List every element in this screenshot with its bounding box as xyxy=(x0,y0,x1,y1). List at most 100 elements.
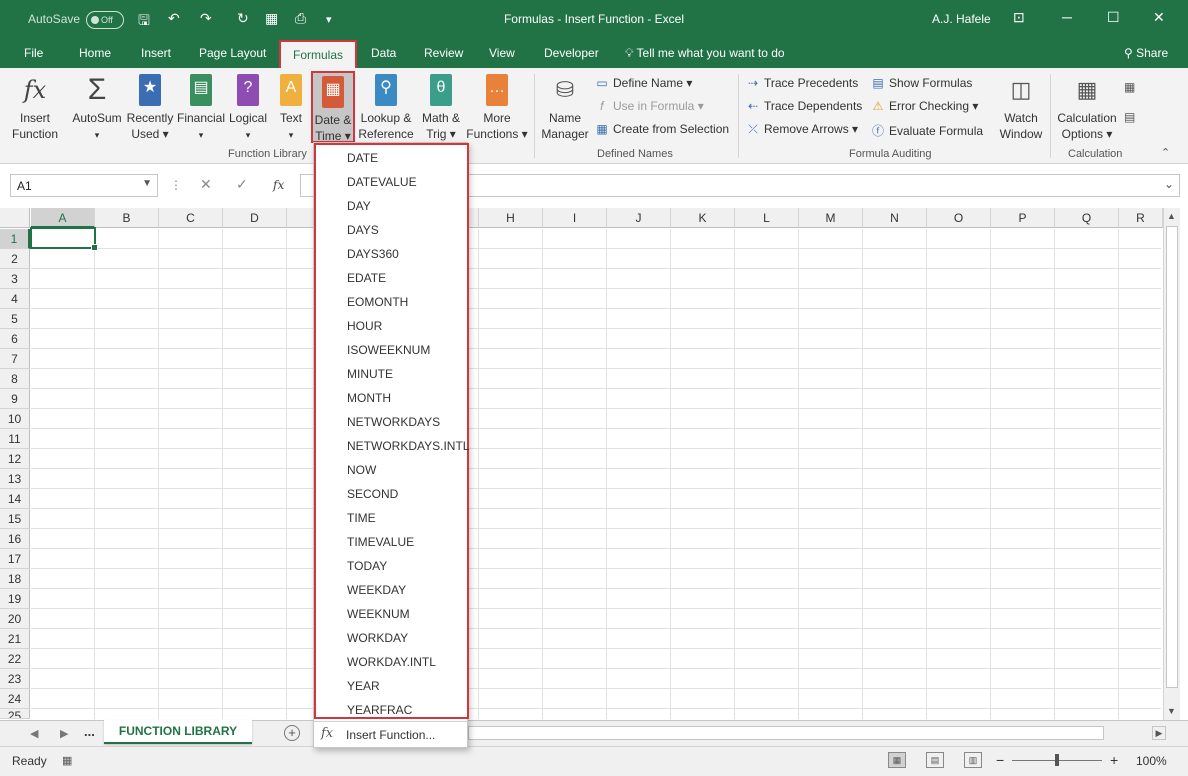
enter-icon[interactable]: ✓ xyxy=(236,176,248,193)
column-header-q[interactable]: Q xyxy=(1055,208,1119,228)
column-header-b[interactable]: B xyxy=(95,208,159,228)
more-functions-button[interactable]: … More Functions ▾ xyxy=(465,74,529,142)
next-sheet-icon[interactable]: ▶ xyxy=(60,727,68,740)
tab-insert[interactable]: Insert xyxy=(141,46,171,60)
vertical-scrollbar[interactable]: ▲ ▼ xyxy=(1163,208,1180,720)
tab-data[interactable]: Data xyxy=(371,46,396,60)
select-all-corner[interactable] xyxy=(0,208,30,228)
name-manager-button[interactable]: ⛁ Name Manager xyxy=(540,74,590,142)
row-header-10[interactable]: 10 xyxy=(0,409,30,429)
macro-record-icon[interactable]: ▦ xyxy=(62,754,72,767)
column-header-l[interactable]: L xyxy=(735,208,799,228)
row-header-24[interactable]: 24 xyxy=(0,689,30,709)
insert-function-fx-icon[interactable]: fx xyxy=(273,178,284,192)
menu-item-workday-intl[interactable]: WORKDAY.INTL xyxy=(347,650,436,674)
menu-item-workday[interactable]: WORKDAY xyxy=(347,626,408,650)
selected-cell-a1[interactable] xyxy=(30,227,98,251)
row-header-13[interactable]: 13 xyxy=(0,469,30,489)
sheet-tab-function-library[interactable]: FUNCTION LIBRARY xyxy=(104,720,252,744)
expand-formula-bar-icon[interactable]: ⌄ xyxy=(1164,177,1174,191)
menu-item-yearfrac[interactable]: YEARFRAC xyxy=(347,698,412,722)
cancel-icon[interactable]: ✕ xyxy=(200,176,212,193)
more-sheets[interactable]: ... xyxy=(84,724,95,739)
error-checking-button[interactable]: ⚠ Error Checking ▾ xyxy=(870,99,979,113)
remove-arrows-button[interactable]: ⤫ Remove Arrows ▾ xyxy=(745,122,858,137)
collapse-ribbon-icon[interactable]: ⌃ xyxy=(1161,146,1170,159)
text-button[interactable]: A Text ▾ xyxy=(273,74,309,143)
column-header-h[interactable]: H xyxy=(479,208,543,228)
maximize-icon[interactable]: ☐ xyxy=(1107,9,1120,26)
tab-home[interactable]: Home xyxy=(79,46,111,60)
name-box[interactable]: A1 ▼ xyxy=(10,174,158,197)
minimize-icon[interactable]: ─ xyxy=(1062,9,1072,25)
evaluate-formula-button[interactable]: ⓕ Evaluate Formula xyxy=(870,122,983,139)
menu-item-time[interactable]: TIME xyxy=(347,506,376,530)
trace-dependents-button[interactable]: ⇠ Trace Dependents xyxy=(745,99,862,113)
menu-item-timevalue[interactable]: TIMEVALUE xyxy=(347,530,414,554)
row-header-4[interactable]: 4 xyxy=(0,289,30,309)
menu-item-second[interactable]: SECOND xyxy=(347,482,398,506)
use-in-formula-button[interactable]: 𝑓 Use in Formula ▾ xyxy=(594,99,704,114)
menu-item-isoweeknum[interactable]: ISOWEEKNUM xyxy=(347,338,430,362)
tab-formulas[interactable]: Formulas xyxy=(279,40,358,68)
tab-review[interactable]: Review xyxy=(424,46,463,60)
column-header-n[interactable]: N xyxy=(863,208,927,228)
column-header-r[interactable]: R xyxy=(1119,208,1163,228)
row-header-21[interactable]: 21 xyxy=(0,629,30,649)
row-header-9[interactable]: 9 xyxy=(0,389,30,409)
tab-page-layout[interactable]: Page Layout xyxy=(199,46,266,60)
menu-item-today[interactable]: TODAY xyxy=(347,554,387,578)
logical-button[interactable]: ? Logical ▾ xyxy=(227,74,269,143)
autosum-button[interactable]: Σ AutoSum ▾ xyxy=(70,74,124,143)
insert-function-button[interactable]: fx Insert Function xyxy=(8,74,62,142)
prev-sheet-icon[interactable]: ◀ xyxy=(30,727,38,740)
row-header-14[interactable]: 14 xyxy=(0,489,30,509)
calculate-sheet-icon[interactable]: ▤ xyxy=(1124,110,1135,124)
column-header-c[interactable]: C xyxy=(159,208,223,228)
column-header-o[interactable]: O xyxy=(927,208,991,228)
show-formulas-button[interactable]: ▤ Show Formulas xyxy=(870,76,972,90)
row-header-25[interactable]: 25 xyxy=(0,709,30,719)
page-layout-view-icon[interactable]: ▤ xyxy=(926,752,944,768)
column-header-k[interactable]: K xyxy=(671,208,735,228)
tell-me-box[interactable]: 💡︎ Tell me what you want to do xyxy=(625,46,785,61)
horizontal-scrollbar[interactable] xyxy=(468,726,1104,740)
menu-item-eomonth[interactable]: EOMONTH xyxy=(347,290,408,314)
menu-item-networkdays-intl[interactable]: NETWORKDAYS.INTL xyxy=(347,434,469,458)
row-header-17[interactable]: 17 xyxy=(0,549,30,569)
watch-window-button[interactable]: ◫ Watch Window xyxy=(996,74,1046,142)
cell-area[interactable] xyxy=(31,229,1161,719)
tab-developer[interactable]: Developer xyxy=(544,46,599,60)
row-header-5[interactable]: 5 xyxy=(0,309,30,329)
scroll-right-icon[interactable]: ▶ xyxy=(1152,726,1166,740)
column-header-m[interactable]: M xyxy=(799,208,863,228)
menu-item-weekday[interactable]: WEEKDAY xyxy=(347,578,406,602)
financial-button[interactable]: ▤ Financial ▾ xyxy=(176,74,226,143)
row-header-2[interactable]: 2 xyxy=(0,249,30,269)
menu-item-hour[interactable]: HOUR xyxy=(347,314,382,338)
scroll-up-icon[interactable]: ▲ xyxy=(1167,211,1176,221)
row-header-3[interactable]: 3 xyxy=(0,269,30,289)
tab-view[interactable]: View xyxy=(489,46,515,60)
row-header-7[interactable]: 7 xyxy=(0,349,30,369)
tab-file[interactable]: File xyxy=(24,46,43,60)
page-break-view-icon[interactable]: ▥ xyxy=(964,752,982,768)
row-header-12[interactable]: 12 xyxy=(0,449,30,469)
menu-item-minute[interactable]: MINUTE xyxy=(347,362,393,386)
scroll-down-icon[interactable]: ▼ xyxy=(1167,706,1176,716)
add-sheet-icon[interactable]: + xyxy=(284,725,300,741)
menu-item-day[interactable]: DAY xyxy=(347,194,371,218)
zoom-slider-thumb[interactable] xyxy=(1055,754,1059,766)
zoom-level[interactable]: 100% xyxy=(1136,754,1167,768)
scroll-thumb[interactable] xyxy=(1166,226,1178,688)
menu-item-date[interactable]: DATE xyxy=(347,146,378,170)
chevron-down-icon[interactable]: ▼ xyxy=(142,178,152,189)
row-header-1[interactable]: 1 xyxy=(0,229,30,249)
menu-item-month[interactable]: MONTH xyxy=(347,386,391,410)
date-time-button[interactable]: ▦ Date & Time ▾ xyxy=(311,71,355,143)
menu-item-edate[interactable]: EDATE xyxy=(347,266,386,290)
column-header-p[interactable]: P xyxy=(991,208,1055,228)
row-header-8[interactable]: 8 xyxy=(0,369,30,389)
menu-item-days[interactable]: DAYS xyxy=(347,218,379,242)
row-header-19[interactable]: 19 xyxy=(0,589,30,609)
